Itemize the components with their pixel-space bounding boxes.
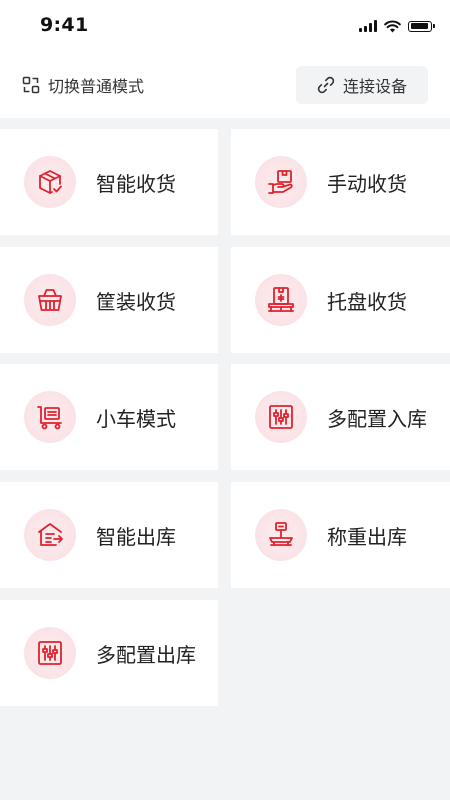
menu-multi-config-outbound[interactable]: 多配置出库	[0, 600, 218, 706]
menu-label: 筐装收货	[96, 289, 176, 314]
switch-mode-icon	[22, 76, 40, 94]
menu-label: 小车模式	[96, 406, 176, 431]
connect-device-label: 连接设备	[342, 77, 407, 96]
battery-icon	[408, 20, 435, 32]
hand-box-icon	[268, 170, 293, 194]
menu-label: 智能出库	[96, 524, 176, 549]
status-time: 9:41	[40, 14, 89, 36]
cart-icon	[37, 406, 62, 430]
menu-label: 多配置入库	[327, 406, 427, 431]
menu-label: 手动收货	[327, 171, 407, 196]
menu-basket-receive[interactable]: 筐装收货	[0, 247, 218, 353]
switch-mode-button[interactable]: 切换普通模式	[22, 73, 144, 97]
menu-label: 智能收货	[96, 171, 176, 196]
menu-smart-receive[interactable]: 智能收货	[0, 129, 218, 235]
menu-weigh-outbound[interactable]: 称重出库	[231, 482, 450, 588]
menu-smart-outbound[interactable]: 智能出库	[0, 482, 218, 588]
status-bar: 9:41	[0, 0, 450, 54]
cellular-signal-icon	[359, 20, 377, 32]
menu-manual-receive[interactable]: 手动收货	[231, 129, 450, 235]
wifi-icon	[384, 19, 401, 32]
menu-label: 多配置出库	[96, 642, 196, 667]
menu-label: 托盘收货	[327, 289, 407, 314]
status-icons	[359, 18, 435, 34]
menu-label: 称重出库	[327, 524, 407, 549]
link-icon	[317, 76, 335, 94]
switch-mode-label: 切换普通模式	[48, 77, 145, 96]
menu-multi-config-inbound[interactable]: 多配置入库	[231, 364, 450, 470]
box-check-icon	[39, 170, 62, 194]
connect-device-button[interactable]: 连接设备	[296, 66, 428, 104]
sliders-icon	[38, 641, 62, 665]
sliders-icon	[269, 405, 293, 429]
pallet-icon	[268, 287, 294, 312]
menu-cart-mode[interactable]: 小车模式	[0, 364, 218, 470]
basket-icon	[38, 289, 62, 311]
warehouse-out-icon	[38, 523, 63, 546]
menu-pallet-receive[interactable]: 托盘收货	[231, 247, 450, 353]
scale-icon	[269, 522, 293, 546]
